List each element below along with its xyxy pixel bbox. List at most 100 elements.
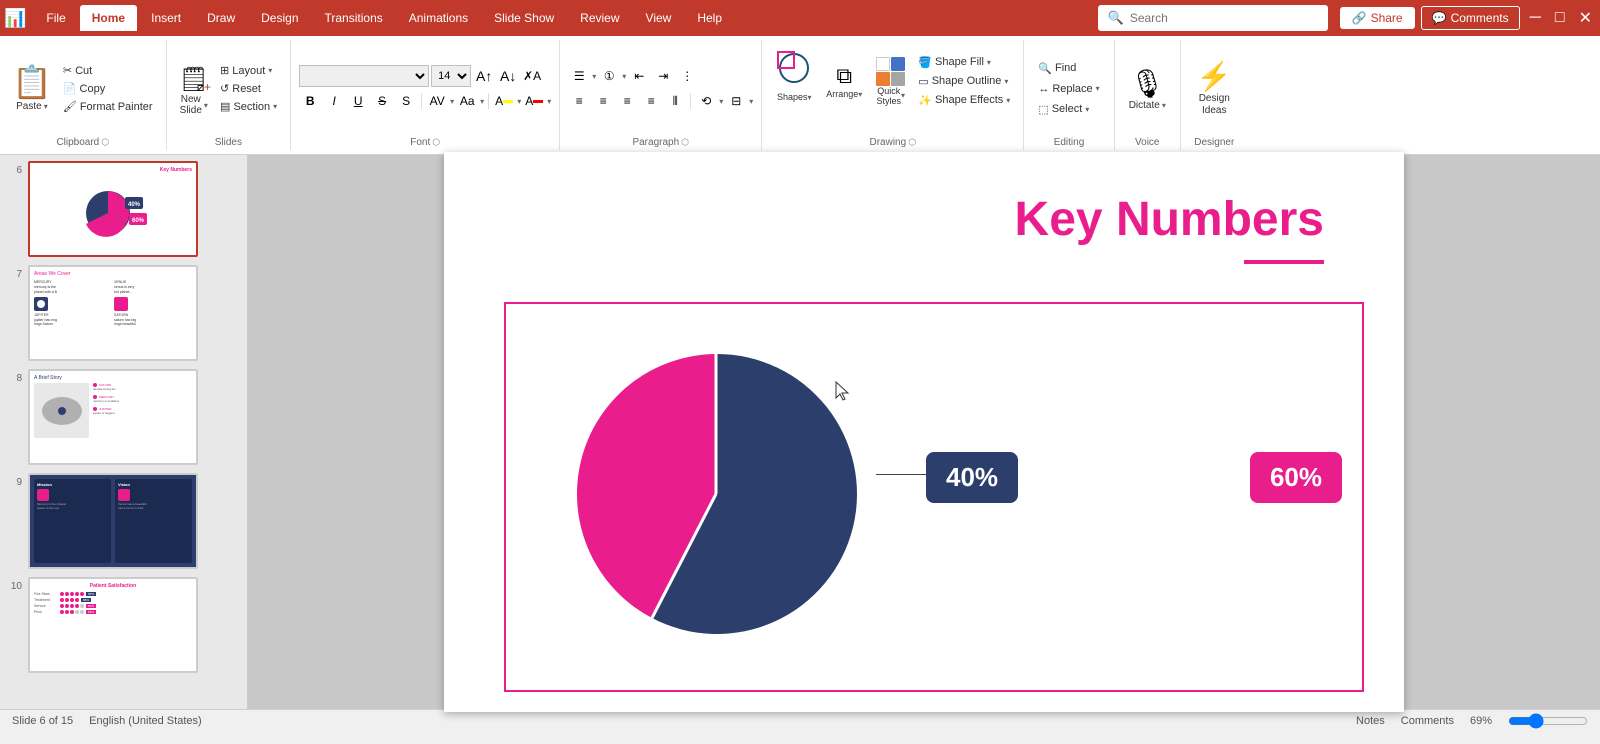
font-family-select[interactable] [299,65,429,87]
search-input[interactable] [1130,11,1300,25]
shape-effects-button[interactable]: ✨ Shape Effects ▾ [913,92,1015,109]
drawing-expand-icon[interactable]: ⬡ [908,137,916,148]
quick-styles-button[interactable]: Quick Styles ▾ [870,44,911,118]
designer-label: Designer [1194,137,1234,148]
slide-number-8: 8 [6,369,22,384]
format-painter-button[interactable]: 🖌 Format Painter [58,98,158,115]
shape-fill-dropdown-icon: ▾ [987,58,991,67]
label-40[interactable]: 40% [926,452,1018,503]
slide-item-10[interactable]: 10 Patient Satisfaction Five Stars [4,575,243,675]
shape-outline-button[interactable]: ▭ Shape Outline ▾ [913,73,1015,90]
menu-file[interactable]: File [34,5,77,31]
comments-status-button[interactable]: Comments [1401,715,1454,727]
replace-button[interactable]: ↔ Replace ▾ [1032,80,1105,98]
case-dropdown-icon: ▾ [480,97,484,106]
zoom-slider[interactable] [1508,713,1588,729]
slide-6-content: Key Numbers 40% 60% [30,163,196,255]
label-60[interactable]: 60% [1250,452,1342,503]
bullets-button[interactable]: ☰ [568,65,590,87]
column-button[interactable]: ⋮ [676,65,698,87]
font-size-decrease-button[interactable]: A↓ [497,65,519,87]
search-bar[interactable]: 🔍 [1098,5,1328,31]
justify-button[interactable]: ≡ [640,90,662,112]
slides-label: Slides [215,137,242,148]
menu-help[interactable]: Help [685,5,734,31]
menu-draw[interactable]: Draw [195,5,247,31]
cut-button[interactable]: ✂ Cut [58,62,158,79]
comments-button[interactable]: 💬 Comments [1421,6,1520,30]
minimize-button[interactable]: ─ [1526,9,1545,27]
layout-button[interactable]: ⊞ Layout ▾ [215,62,282,79]
dictate-button[interactable]: 🎙 Dictate ▾ [1123,52,1172,126]
font-expand-icon[interactable]: ⬡ [432,137,440,148]
slide-item-8[interactable]: 8 A Brief Story SATURN [4,367,243,467]
change-case-button[interactable]: Aa [456,90,478,112]
slide-thumb-9[interactable]: Mission Mercury is the closestplanet to … [28,473,198,569]
slide-item-6[interactable]: 6 Key Numbers 40% 60% [4,159,243,259]
section-button[interactable]: ▤ Section ▾ [215,98,282,115]
slide-10-content: Patient Satisfaction Five Stars 9 [30,579,196,671]
para-divider [690,93,691,109]
design-ideas-button[interactable]: ⚡ Design Ideas [1189,52,1240,126]
font-row-top: 14 A↑ A↓ ✗A [299,65,551,87]
pie-chart-container[interactable]: 40% 60% [504,302,1364,692]
character-spacing-button[interactable]: AV [426,90,448,112]
paragraph-expand-icon[interactable]: ⬡ [681,137,689,148]
decrease-indent-button[interactable]: ⇤ [628,65,650,87]
reset-button[interactable]: ↺ Reset [215,80,282,97]
slide-item-9[interactable]: 9 Mission Mercury is the closestplanet t… [4,471,243,571]
text-direction-button[interactable]: ⟲ [695,90,717,112]
smart-art-button[interactable]: ⊟ [725,90,747,112]
slide-thumb-10[interactable]: Patient Satisfaction Five Stars 9 [28,577,198,673]
canvas-area[interactable]: Key Numbers [248,155,1600,709]
shape-fill-icon: 🪣 [918,56,932,69]
share-button[interactable]: 🔗 Share [1340,7,1415,29]
strikethrough-button[interactable]: S [371,90,393,112]
slide-thumb-8[interactable]: A Brief Story SATURN despi [28,369,198,465]
find-button[interactable]: 🔍 Find [1032,59,1105,78]
slide-thumb-6[interactable]: Key Numbers 40% 60% [28,161,198,257]
bold-button[interactable]: B [299,90,321,112]
copy-button[interactable]: 📄 Copy [58,80,158,97]
italic-button[interactable]: I [323,90,345,112]
menu-transitions[interactable]: Transitions [313,5,395,31]
increase-indent-button[interactable]: ⇥ [652,65,674,87]
close-button[interactable]: ✕ [1575,8,1596,28]
column-break-button[interactable]: ⦀ [664,90,686,112]
voice-label: Voice [1135,137,1159,148]
text-highlight-button[interactable]: A [493,90,515,112]
align-center-button[interactable]: ≡ [592,90,614,112]
slide-item-7[interactable]: 7 Areas We Cover MERCURYmercury is thepl… [4,263,243,363]
font-size-select[interactable]: 14 [431,65,471,87]
numbering-button[interactable]: ① [598,65,620,87]
slide-main-title[interactable]: Key Numbers [1015,192,1324,247]
select-button[interactable]: ⬚ Select ▾ [1032,100,1105,119]
ribbon-group-paragraph: ☰ ▾ ① ▾ ⇤ ⇥ ⋮ ≡ ≡ ≡ ≡ ⦀ ⟲ ▾ ⊟ [560,40,762,150]
clipboard-expand-icon[interactable]: ⬡ [101,137,109,148]
slide-canvas[interactable]: Key Numbers [444,152,1404,712]
menu-home[interactable]: Home [80,5,137,31]
slide-thumb-7[interactable]: Areas We Cover MERCURYmercury is theplan… [28,265,198,361]
notes-button[interactable]: Notes [1356,715,1385,727]
clear-format-button[interactable]: ✗A [521,65,543,87]
font-color-button[interactable]: A [523,90,545,112]
menu-view[interactable]: View [634,5,684,31]
arrange-button[interactable]: ⧉ Arrange ▾ [820,44,868,118]
align-left-button[interactable]: ≡ [568,90,590,112]
shapes-button[interactable]: Shapes ▾ [770,44,818,102]
menu-insert[interactable]: Insert [139,5,193,31]
shape-fill-button[interactable]: 🪣 Shape Fill ▾ [913,54,1015,71]
menu-animations[interactable]: Animations [397,5,480,31]
maximize-button[interactable]: □ [1551,9,1569,27]
shadow-button[interactable]: S [395,90,417,112]
align-right-button[interactable]: ≡ [616,90,638,112]
font-size-increase-button[interactable]: A↑ [473,65,495,87]
bullets-dropdown-icon: ▾ [592,72,596,81]
new-slide-button[interactable]: 🗒 + New Slide ▾ [175,59,213,119]
menu-review[interactable]: Review [568,5,631,31]
menu-design[interactable]: Design [249,5,310,31]
menu-slideshow[interactable]: Slide Show [482,5,566,31]
paste-button[interactable]: 📋 Paste ▾ [8,63,56,113]
underline-button[interactable]: U [347,90,369,112]
language-info: English (United States) [89,715,202,727]
